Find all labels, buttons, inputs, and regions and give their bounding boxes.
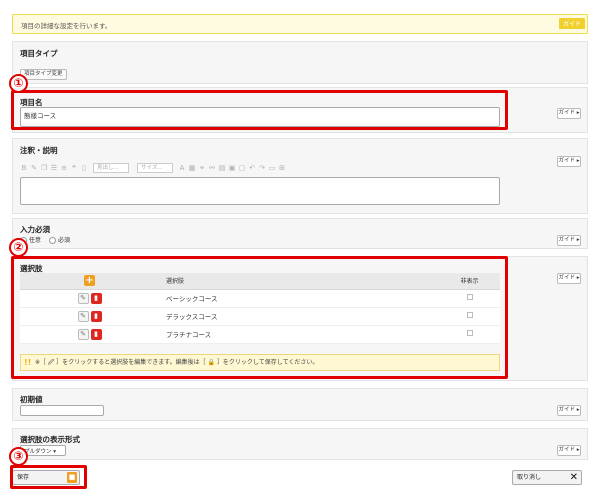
marker-3: ③ xyxy=(9,447,28,466)
hidden-cell xyxy=(440,325,500,344)
hidden-column-header: 非表示 xyxy=(440,273,500,290)
edit-hint: !! ※［ 🖉 ］をクリックすると選択肢を編集できます。編集後は［ 🔒 ］をクリ… xyxy=(20,354,500,371)
info-notice: 項目の詳細な設定を行います。 ガイド xyxy=(12,14,588,34)
choices-table: + 選択肢 非表示 ✎ ▮ ベーシックコース ✎ ▮ デラックスコース ✎ ▮ … xyxy=(20,273,500,344)
item-type-title: 項目タイプ xyxy=(20,49,58,58)
required-section: 入力必須 任意 必須 ガイド ▸ xyxy=(12,218,588,249)
trash-icon[interactable]: ▮ xyxy=(90,292,102,304)
paste-icon[interactable]: ▣ xyxy=(228,164,236,172)
item-name-guide-button[interactable]: ガイド ▸ xyxy=(557,108,581,119)
display-format-guide-button[interactable]: ガイド ▸ xyxy=(557,445,581,456)
undo-icon[interactable]: ↶ xyxy=(248,164,256,172)
unlink-icon[interactable]: ⚯ xyxy=(208,164,216,172)
table-row: ✎ ▮ デラックスコース xyxy=(20,307,500,326)
display-format-section: 選択肢の表示形式 プルダウン ▾ ガイド ▸ xyxy=(12,428,588,460)
initial-value-input[interactable] xyxy=(20,405,104,416)
required-option-required[interactable]: 必須 xyxy=(48,237,70,244)
editor-toolbar: B ✎ ❐ ☰ ≡ ❝ ▯ 見出し... サイズ... A ▦ ⚭ ⚯ ▤ ▣ … xyxy=(20,161,500,174)
hidden-cell xyxy=(440,307,500,326)
notice-text: 項目の詳細な設定を行います。 xyxy=(21,22,112,30)
paste-text-icon[interactable]: ▢ xyxy=(238,164,246,172)
lock-icon: ■ xyxy=(67,472,77,483)
item-name-input[interactable]: 態様コース xyxy=(20,107,500,127)
edit-hint-text: ※［ 🖉 ］をクリックすると選択肢を編集できます。編集後は［ 🔒 ］をクリックし… xyxy=(35,359,319,366)
cancel-label: 取り消し xyxy=(517,474,542,481)
row-actions: ✎ ▮ xyxy=(20,325,160,344)
warning-icon: !! xyxy=(24,358,32,367)
hidden-checkbox[interactable] xyxy=(466,294,473,300)
choices-column-header: 選択肢 xyxy=(160,273,440,290)
initial-value-section: 初期値 ガイド ▸ xyxy=(12,388,588,421)
item-type-section: 項目タイプ 項目タイプ変更 xyxy=(12,41,588,84)
link-icon[interactable]: ⚭ xyxy=(198,164,206,172)
ordered-list-icon[interactable]: ☰ xyxy=(50,164,58,172)
save-label: 保存 xyxy=(17,474,30,481)
source-icon[interactable]: ⊞ xyxy=(278,164,286,172)
hidden-checkbox[interactable] xyxy=(466,312,473,318)
redo-icon[interactable]: ↷ xyxy=(258,164,266,172)
save-button[interactable]: 保存 ■ xyxy=(12,470,80,485)
display-format-title: 選択肢の表示形式 xyxy=(20,435,80,444)
size-select[interactable]: サイズ... xyxy=(137,162,173,173)
required-guide-button[interactable]: ガイド ▸ xyxy=(557,235,581,246)
quote-icon[interactable]: ❝ xyxy=(70,164,78,172)
image-icon[interactable]: ▦ xyxy=(188,164,196,172)
required-options: 任意 必須 xyxy=(20,235,70,244)
display-format-value: プルダウン xyxy=(24,449,52,455)
table-row: ✎ ▮ プラチナコース xyxy=(20,325,500,344)
hidden-cell xyxy=(440,289,500,308)
hidden-checkbox[interactable] xyxy=(466,330,473,336)
choice-label: プラチナコース xyxy=(160,325,440,344)
table-row: ✎ ▮ ベーシックコース xyxy=(20,289,500,308)
trash-icon[interactable]: ▮ xyxy=(90,328,102,340)
required-title: 入力必須 xyxy=(20,225,50,234)
choices-section: 選択肢 + 選択肢 非表示 ✎ ▮ ベーシックコース ✎ ▮ デラックスコース … xyxy=(12,256,588,381)
initial-value-title: 初期値 xyxy=(20,395,43,404)
highlight-icon[interactable]: ▯ xyxy=(80,164,88,172)
annotation-title: 注釈・説明 xyxy=(20,146,58,155)
add-choice-header: + xyxy=(20,273,160,290)
bold-icon[interactable]: B xyxy=(20,164,28,172)
unordered-list-icon[interactable]: ≡ xyxy=(60,164,68,172)
chevron-down-icon: ▾ xyxy=(51,449,57,455)
annotation-guide-button[interactable]: ガイド ▸ xyxy=(557,156,581,167)
choices-header-row: + 選択肢 非表示 xyxy=(20,273,500,290)
notice-guide-button[interactable]: ガイド xyxy=(558,18,585,29)
choices-guide-button[interactable]: ガイド ▸ xyxy=(557,273,581,284)
initial-value-guide-button[interactable]: ガイド ▸ xyxy=(557,405,581,416)
copy-icon[interactable]: ❐ xyxy=(40,164,48,172)
row-actions: ✎ ▮ xyxy=(20,307,160,326)
radio-required[interactable] xyxy=(48,237,56,244)
marker-2: ② xyxy=(9,238,28,257)
preview-icon[interactable]: ▭ xyxy=(268,164,276,172)
row-actions: ✎ ▮ xyxy=(20,289,160,308)
item-name-section: 項目名 態様コース ガイド ▸ xyxy=(12,87,588,133)
trash-icon[interactable]: ▮ xyxy=(90,310,102,322)
close-icon: ✕ xyxy=(569,472,578,483)
choice-label: ベーシックコース xyxy=(160,289,440,308)
pencil-icon[interactable]: ✎ xyxy=(77,292,89,304)
add-choice-icon[interactable]: + xyxy=(84,275,95,287)
pencil-icon[interactable]: ✎ xyxy=(77,310,89,322)
pen-icon[interactable]: ✎ xyxy=(30,164,38,172)
marker-1: ① xyxy=(9,74,28,93)
pencil-icon[interactable]: ✎ xyxy=(77,328,89,340)
cancel-button[interactable]: 取り消し ✕ xyxy=(512,470,582,485)
style-select[interactable]: 見出し... xyxy=(93,162,129,173)
table-icon[interactable]: ▤ xyxy=(218,164,226,172)
choice-label: デラックスコース xyxy=(160,307,440,326)
annotation-section: 注釈・説明 B ✎ ❐ ☰ ≡ ❝ ▯ 見出し... サイズ... A ▦ ⚭ … xyxy=(12,138,588,214)
text-color-icon[interactable]: A xyxy=(178,164,186,172)
annotation-textarea[interactable] xyxy=(20,177,500,205)
